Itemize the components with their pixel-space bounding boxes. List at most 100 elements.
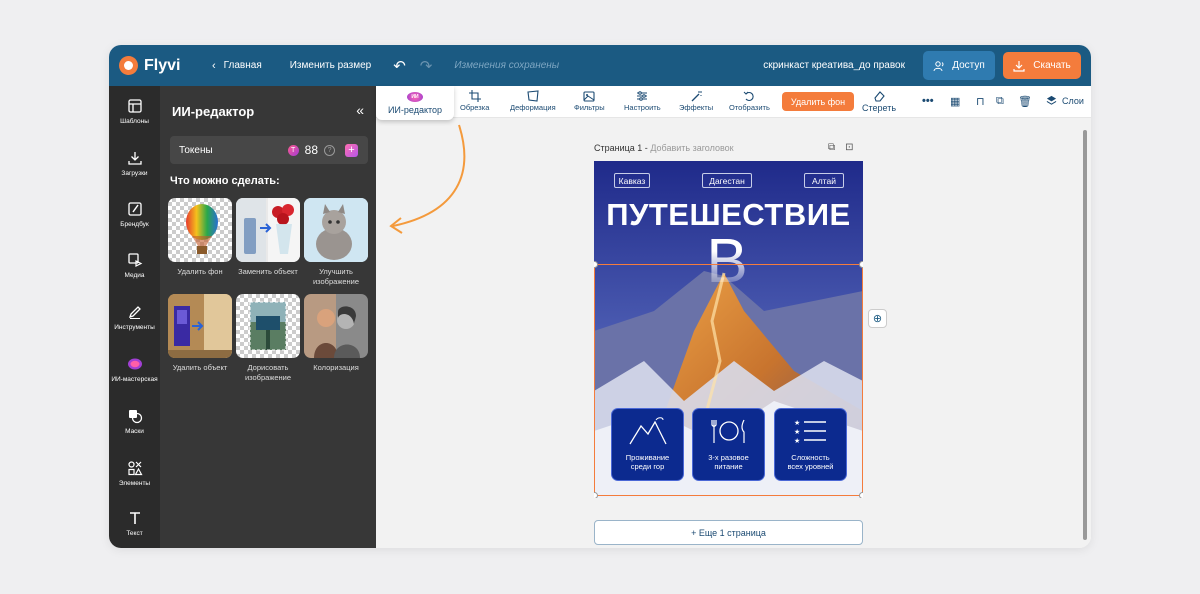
rail-label: Текст xyxy=(126,530,143,537)
rail-item-text[interactable]: Текст xyxy=(109,510,160,537)
tool-label: Настроить xyxy=(624,103,661,112)
rail-label: Шаблоны xyxy=(120,118,149,125)
tool-effects[interactable]: Эффекты xyxy=(679,90,713,112)
home-label: Главная xyxy=(223,60,262,71)
tool-filters[interactable]: Фильтры xyxy=(574,90,605,112)
trash-icon[interactable]: 🗑 xyxy=(1018,95,1032,108)
rail-item-media[interactable]: Медиа xyxy=(109,252,160,279)
resize-handle[interactable] xyxy=(859,492,863,498)
rail-label: Загрузки xyxy=(121,170,148,177)
feature-remove-background[interactable]: Удалить фон xyxy=(168,198,232,277)
flip-icon xyxy=(744,91,755,102)
add-page-icon[interactable]: ⊡ xyxy=(845,142,853,153)
svg-text:★: ★ xyxy=(794,428,800,436)
info-card-line2: среди гор xyxy=(630,462,665,471)
rail-item-ai-workshop[interactable]: ИИ-мастерская xyxy=(109,356,160,383)
svg-text:★: ★ xyxy=(794,437,800,445)
rail-label: Инструменты xyxy=(114,324,155,331)
feature-label: Удалить фон xyxy=(177,267,223,276)
rail-item-tools[interactable]: Инструменты xyxy=(109,304,160,331)
feature-colorization[interactable]: Колоризация xyxy=(304,294,368,373)
logo[interactable]: Flyvi xyxy=(119,56,189,75)
mask-icon xyxy=(128,410,142,424)
feature-outpaint-image[interactable]: Дорисовать изображение xyxy=(236,294,300,383)
enhance-image-thumbnail xyxy=(304,198,368,262)
ai-badge-icon: ИИ xyxy=(407,91,423,102)
token-icon: T xyxy=(287,144,299,156)
tool-label: Фильтры xyxy=(574,103,605,112)
transparency-icon[interactable]: ▦ xyxy=(950,95,960,108)
add-tokens-button[interactable]: + xyxy=(345,143,358,157)
undo-icon[interactable]: ↶ xyxy=(393,57,406,75)
eraser-icon xyxy=(874,91,885,102)
top-header: Flyvi ‹ Главная Изменить размер ↶ ↷ Изме… xyxy=(109,45,1091,86)
duplicate-icon[interactable]: ⧉ xyxy=(996,95,1004,108)
help-icon[interactable]: ? xyxy=(324,144,336,156)
redo-icon[interactable]: ↷ xyxy=(420,57,433,75)
page-number: Страница 1 - xyxy=(594,143,648,153)
more-pages-button[interactable]: + Еще 1 страница xyxy=(594,520,863,545)
layers-button[interactable]: Слои xyxy=(1046,95,1084,106)
document-name[interactable]: скринкаст креатива_до правок xyxy=(763,60,905,71)
info-card-meals: 3-х разовое питание xyxy=(692,408,765,481)
tool-adjust[interactable]: Настроить xyxy=(624,90,661,112)
download-button[interactable]: Скачать xyxy=(1003,52,1081,79)
tag-caucasus: Кавказ xyxy=(614,173,650,188)
access-button[interactable]: Доступ xyxy=(923,51,995,80)
design-canvas[interactable]: Кавказ Дагестан Алтай ПУТЕШЕСТВИЕ В ГОРА… xyxy=(594,161,863,498)
tool-label: Эффекты xyxy=(679,103,714,112)
logo-icon xyxy=(119,56,138,75)
feature-enhance-image[interactable]: Улучшить изображение xyxy=(304,198,368,287)
info-card-line2: питание xyxy=(714,462,743,471)
rail-label: Брендбук xyxy=(120,221,149,228)
users-icon xyxy=(933,60,944,71)
tool-warp[interactable]: Деформация xyxy=(510,90,556,112)
dining-icon xyxy=(711,419,745,443)
rail-item-masks[interactable]: Маски xyxy=(109,408,160,435)
add-title-input[interactable]: Добавить заголовок xyxy=(650,143,733,153)
tool-flip[interactable]: Отобразить xyxy=(729,90,770,112)
vertical-scrollbar[interactable] xyxy=(1083,130,1087,540)
tool-label: Отобразить xyxy=(729,103,770,112)
feature-remove-object[interactable]: Удалить объект xyxy=(168,294,232,373)
remove-background-button[interactable]: Удалить фон xyxy=(782,92,854,111)
mountains-icon xyxy=(629,417,667,445)
rail-item-elements[interactable]: Элементы xyxy=(109,460,160,487)
info-card-line1: Сложность xyxy=(791,453,830,462)
ai-editor-label: ИИ-редактор xyxy=(387,104,443,115)
feature-label: Улучшить изображение xyxy=(312,267,360,286)
tool-label: Стереть xyxy=(862,103,897,113)
feature-label: Дорисовать изображение xyxy=(244,363,292,382)
home-link[interactable]: ‹ Главная xyxy=(212,60,262,72)
tool-crop[interactable]: Обрезка xyxy=(460,90,489,112)
rail-item-uploads[interactable]: Загрузки xyxy=(109,150,160,177)
filters-icon xyxy=(583,91,595,102)
lock-icon[interactable]: ⊓ xyxy=(976,95,985,108)
info-card-difficulty: ★ ★ ★ Сложность всех уровней xyxy=(774,408,847,481)
adjust-icon xyxy=(637,91,648,101)
feature-replace-object[interactable]: Заменить объект xyxy=(236,198,300,277)
tag-dagestan: Дагестан xyxy=(702,173,752,188)
editor-main: ИИ ИИ-редактор Обрезка Деформация Фильтр… xyxy=(376,86,1091,548)
rail-label: Медиа xyxy=(124,272,145,279)
resize-handle[interactable] xyxy=(594,492,598,498)
left-rail: Шаблоны Загрузки Брендбук Медиа Инструме… xyxy=(109,86,160,548)
outpaint-image-thumbnail xyxy=(236,294,300,358)
rail-label: Маски xyxy=(125,428,144,435)
elements-icon xyxy=(127,461,143,476)
add-element-icon[interactable]: ⊕ xyxy=(868,309,887,328)
tag-altai: Алтай xyxy=(804,173,844,188)
resize-button[interactable]: Изменить размер xyxy=(290,60,371,71)
ai-editor-tool[interactable]: ИИ ИИ-редактор xyxy=(376,86,454,120)
resize-handle[interactable] xyxy=(859,261,863,268)
tool-erase[interactable]: Стереть xyxy=(862,90,896,113)
more-icon[interactable]: ••• xyxy=(922,95,934,107)
collapse-panel-icon[interactable]: « xyxy=(356,102,364,118)
image-toolbar: ИИ ИИ-редактор Обрезка Деформация Фильтр… xyxy=(376,86,1091,120)
ai-editor-panel: ИИ-редактор « Токены T 88 ? + Что можно … xyxy=(160,86,376,548)
rail-item-templates[interactable]: Шаблоны xyxy=(109,98,160,125)
section-title: Что можно сделать: xyxy=(170,175,280,187)
rail-item-brandbook[interactable]: Брендбук xyxy=(109,201,160,228)
layers-label: Слои xyxy=(1062,95,1084,106)
copy-page-icon[interactable]: ⧉ xyxy=(828,142,835,153)
